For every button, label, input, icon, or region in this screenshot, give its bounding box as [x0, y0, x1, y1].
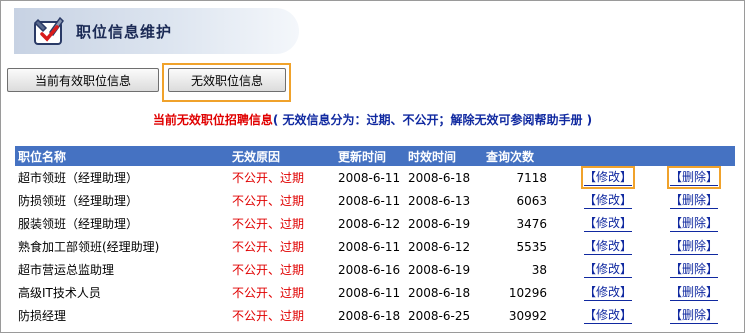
edit-link[interactable]: 【修改】	[583, 238, 632, 255]
expires-date: 2008-6-12	[408, 239, 471, 254]
table-row: 服装领班（经理助理） 不公开、过期 2008-6-12 2008-6-19 34…	[15, 212, 735, 235]
notice-detail: ( 无效信息分为：过期、不公开；解除无效可参阅帮助手册 )	[272, 113, 593, 127]
updated-date: 2008-6-11	[338, 239, 401, 254]
invalid-jobs-table: 职位名称 无效原因 更新时间 时效时间 查询次数 超市领班（经理助理） 不公开、…	[15, 146, 735, 327]
view-count: 6063	[516, 193, 547, 208]
updated-date: 2008-6-18	[338, 308, 401, 323]
tools-logo-icon	[33, 16, 64, 45]
expires-date: 2008-6-25	[408, 308, 471, 323]
edit-link[interactable]: 【修改】	[580, 166, 636, 189]
delete-link[interactable]: 【删除】	[669, 238, 718, 255]
invalid-info-notice: 当前无效职位招聘信息( 无效信息分为：过期、不公开；解除无效可参阅帮助手册 )	[0, 111, 745, 128]
delete-link[interactable]: 【删除】	[669, 215, 718, 232]
table-row: 防损经理 不公开、过期 2008-6-18 2008-6-25 30992 【修…	[15, 304, 735, 327]
delete-link[interactable]: 【删除】	[669, 284, 718, 301]
view-count: 3476	[516, 216, 547, 231]
job-name: 服装领班（经理助理）	[18, 217, 139, 231]
edit-link[interactable]: 【修改】	[583, 284, 632, 301]
col-header-job-name: 职位名称	[15, 146, 229, 166]
table-row: 超市领班（经理助理） 不公开、过期 2008-6-11 2008-6-18 71…	[15, 166, 735, 189]
col-header-expires: 时效时间	[405, 146, 483, 166]
job-name: 防损领班（经理助理）	[18, 194, 139, 208]
invalid-reason: 不公开、过期	[232, 194, 305, 208]
updated-date: 2008-6-11	[338, 285, 401, 300]
page-header: 职位信息维护	[14, 8, 299, 54]
updated-date: 2008-6-16	[338, 262, 401, 277]
job-name: 超市营运总监助理	[18, 263, 115, 277]
invalid-reason: 不公开、过期	[232, 286, 305, 300]
expires-date: 2008-6-13	[408, 193, 471, 208]
job-name: 高级IT技术人员	[18, 286, 101, 300]
current-valid-jobs-button[interactable]: 当前有效职位信息	[7, 68, 159, 92]
job-name: 防损经理	[18, 309, 67, 323]
updated-date: 2008-6-11	[338, 193, 401, 208]
delete-link[interactable]: 【删除】	[669, 307, 718, 324]
table-header-row: 职位名称 无效原因 更新时间 时效时间 查询次数	[15, 146, 735, 166]
job-name: 超市领班（经理助理）	[18, 171, 139, 185]
col-header-reason: 无效原因	[229, 146, 335, 166]
table-row: 熟食加工部领班(经理助理) 不公开、过期 2008-6-11 2008-6-12…	[15, 235, 735, 258]
col-header-updated: 更新时间	[335, 146, 405, 166]
updated-date: 2008-6-11	[338, 170, 401, 185]
edit-link[interactable]: 【修改】	[583, 261, 632, 278]
view-count: 30992	[508, 308, 547, 323]
view-count: 10296	[508, 285, 547, 300]
job-name: 熟食加工部领班(经理助理)	[18, 240, 160, 254]
delete-link[interactable]: 【删除】	[666, 166, 722, 189]
view-count: 7118	[516, 170, 547, 185]
expires-date: 2008-6-18	[408, 285, 471, 300]
col-header-views: 查询次数	[483, 146, 563, 166]
table-row: 防损领班（经理助理） 不公开、过期 2008-6-11 2008-6-13 60…	[15, 189, 735, 212]
updated-date: 2008-6-12	[338, 216, 401, 231]
page-title: 职位信息维护	[76, 23, 173, 41]
col-header-delete	[650, 146, 735, 166]
expires-date: 2008-6-19	[408, 216, 471, 231]
invalid-reason: 不公开、过期	[232, 171, 305, 185]
edit-link[interactable]: 【修改】	[583, 307, 632, 324]
view-count: 5535	[516, 239, 547, 254]
notice-title: 当前无效职位招聘信息	[152, 113, 273, 127]
invalid-reason: 不公开、过期	[232, 263, 305, 277]
expires-date: 2008-6-18	[408, 170, 471, 185]
edit-link[interactable]: 【修改】	[583, 192, 632, 209]
table-row: 超市营运总监助理 不公开、过期 2008-6-16 2008-6-19 38 【…	[15, 258, 735, 281]
table-row: 高级IT技术人员 不公开、过期 2008-6-11 2008-6-18 1029…	[15, 281, 735, 304]
edit-link[interactable]: 【修改】	[583, 215, 632, 232]
delete-link[interactable]: 【删除】	[669, 192, 718, 209]
invalid-reason: 不公开、过期	[232, 240, 305, 254]
delete-link[interactable]: 【删除】	[669, 261, 718, 278]
invalid-jobs-button[interactable]: 无效职位信息	[168, 68, 286, 92]
invalid-reason: 不公开、过期	[232, 217, 305, 231]
invalid-reason: 不公开、过期	[232, 309, 305, 323]
view-count: 38	[531, 262, 547, 277]
expires-date: 2008-6-19	[408, 262, 471, 277]
col-header-edit	[563, 146, 650, 166]
